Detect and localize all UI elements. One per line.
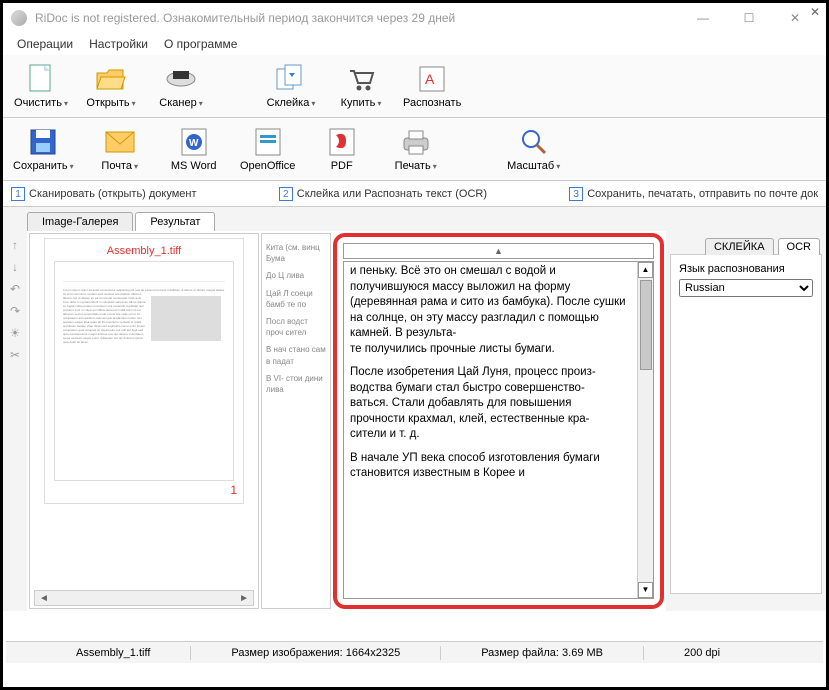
clear-button[interactable]: Очистить▾: [11, 61, 71, 111]
scanner-button[interactable]: Сканер▾: [151, 61, 211, 111]
svg-text:A: A: [425, 71, 435, 87]
scrollbar-thumb[interactable]: [640, 280, 652, 370]
brightness-icon[interactable]: ☀: [7, 325, 23, 341]
vertical-toolbar: ↑ ↓ ↶ ↷ ☀ ✂: [3, 231, 27, 611]
word-button[interactable]: WMS Word: [164, 124, 224, 174]
tab-result[interactable]: Результат: [135, 212, 215, 231]
openoffice-icon: [252, 126, 284, 158]
app-icon: [11, 10, 27, 26]
printer-icon: [400, 126, 432, 158]
ocr-paragraph: После изобретения Цай Луня, процесс прои…: [350, 365, 629, 443]
gallery-scrollbar[interactable]: ◄ ►: [34, 590, 254, 606]
right-panel: СКЛЕЙКА OCR ✕ Язык распознования Russian: [666, 231, 826, 611]
menubar: Операции Настройки О программе: [3, 33, 826, 55]
ocr-language-label: Язык распознования: [679, 263, 813, 275]
rotate-right-icon[interactable]: ↷: [7, 303, 23, 319]
word-icon: W: [178, 126, 210, 158]
panel-close-icon[interactable]: ✕: [808, 5, 822, 19]
tab-gallery[interactable]: Image-Галерея: [27, 212, 133, 231]
status-bar: Assembly_1.tiff Размер изображения: 1664…: [6, 641, 823, 663]
recognize-button[interactable]: AРаспознать: [401, 61, 463, 111]
openoffice-button[interactable]: OpenOffice: [238, 124, 298, 174]
preview-pane: Кита (см. винц Бума До Ц лива Цай Л соец…: [261, 233, 331, 609]
buy-button[interactable]: Купить▾: [331, 61, 391, 111]
open-button[interactable]: Открыть▾: [81, 61, 141, 111]
left-tabs: Image-Галерея Результат: [3, 207, 826, 231]
window-title: RiDoc is not registered. Ознакомительный…: [35, 11, 680, 25]
toolbar-primary: Очистить▾ Открыть▾ Сканер▾ Склейка▾ Купи…: [3, 55, 826, 118]
thumbnail-page: Lorem ipsum dolor sit amet consectetur a…: [54, 261, 234, 481]
move-down-icon[interactable]: ↓: [7, 259, 23, 275]
page-icon: [25, 63, 57, 95]
ocr-paragraph: и пеньку. Всё это он смешал с водой и по…: [350, 264, 629, 357]
ocr-collapse-button[interactable]: ▲: [343, 243, 654, 259]
toolbar-secondary: Сохранить▾ Почта▾ WMS Word OpenOffice PD…: [3, 118, 826, 181]
scanner-icon: [165, 63, 197, 95]
pdf-icon: [326, 126, 358, 158]
scroll-up-icon[interactable]: ▲: [638, 262, 653, 278]
thumbnail-gallery: Assembly_1.tiff Lorem ipsum dolor sit am…: [29, 233, 259, 609]
tab-glue[interactable]: СКЛЕЙКА: [705, 238, 774, 255]
thumbnail-page-number: 1: [51, 483, 237, 497]
scroll-right-icon[interactable]: ►: [235, 593, 253, 604]
ocr-scrollbar[interactable]: ▲ ▼: [637, 262, 653, 598]
menu-about[interactable]: О программе: [158, 35, 243, 53]
thumbnail[interactable]: Assembly_1.tiff Lorem ipsum dolor sit am…: [44, 238, 244, 504]
floppy-icon: [27, 126, 59, 158]
menu-settings[interactable]: Настройки: [83, 35, 154, 53]
save-button[interactable]: Сохранить▾: [11, 124, 76, 174]
ocr-text-area[interactable]: и пеньку. Всё это он смешал с водой и по…: [343, 261, 654, 599]
ocr-icon: A: [416, 63, 448, 95]
step-2: 2Склейка или Распознать текст (OCR): [279, 187, 487, 201]
crop-icon[interactable]: ✂: [7, 347, 23, 363]
cart-icon: [345, 63, 377, 95]
tab-ocr[interactable]: OCR: [778, 238, 820, 255]
titlebar: RiDoc is not registered. Ознакомительный…: [3, 3, 826, 33]
glue-button[interactable]: Склейка▾: [261, 61, 321, 111]
ocr-result-panel: ▲ и пеньку. Всё это он смешал с водой и …: [333, 233, 664, 609]
move-up-icon[interactable]: ↑: [7, 237, 23, 253]
minimize-button[interactable]: —: [680, 3, 726, 33]
scroll-left-icon[interactable]: ◄: [35, 593, 53, 604]
magnifier-icon: [518, 126, 550, 158]
step-bar: 1Сканировать (открыть) документ 2Склейка…: [3, 181, 826, 207]
step-1: 1Сканировать (открыть) документ: [11, 187, 197, 201]
zoom-button[interactable]: Масштаб▾: [504, 124, 564, 174]
ocr-paragraph: В начале УП века способ изготовления бум…: [350, 451, 629, 482]
pdf-button[interactable]: PDF: [312, 124, 372, 174]
print-button[interactable]: Печать▾: [386, 124, 446, 174]
ocr-language-select[interactable]: Russian: [679, 279, 813, 297]
maximize-button[interactable]: ☐: [726, 3, 772, 33]
thumbnail-title: Assembly_1.tiff: [51, 245, 237, 257]
mail-icon: [104, 126, 136, 158]
status-dpi: 200 dpi: [684, 647, 720, 659]
scroll-down-icon[interactable]: ▼: [638, 582, 653, 598]
rotate-left-icon[interactable]: ↶: [7, 281, 23, 297]
mail-button[interactable]: Почта▾: [90, 124, 150, 174]
pages-icon: [275, 63, 307, 95]
folder-open-icon: [95, 63, 127, 95]
status-image-size: Размер изображения: 1664x2325: [231, 647, 400, 659]
status-file-size: Размер файла: 3.69 MB: [481, 647, 603, 659]
menu-operations[interactable]: Операции: [11, 35, 79, 53]
step-3: 3Сохранить, печатать, отправить по почте…: [569, 187, 818, 201]
svg-text:W: W: [189, 138, 199, 149]
status-filename: Assembly_1.tiff: [76, 647, 150, 659]
